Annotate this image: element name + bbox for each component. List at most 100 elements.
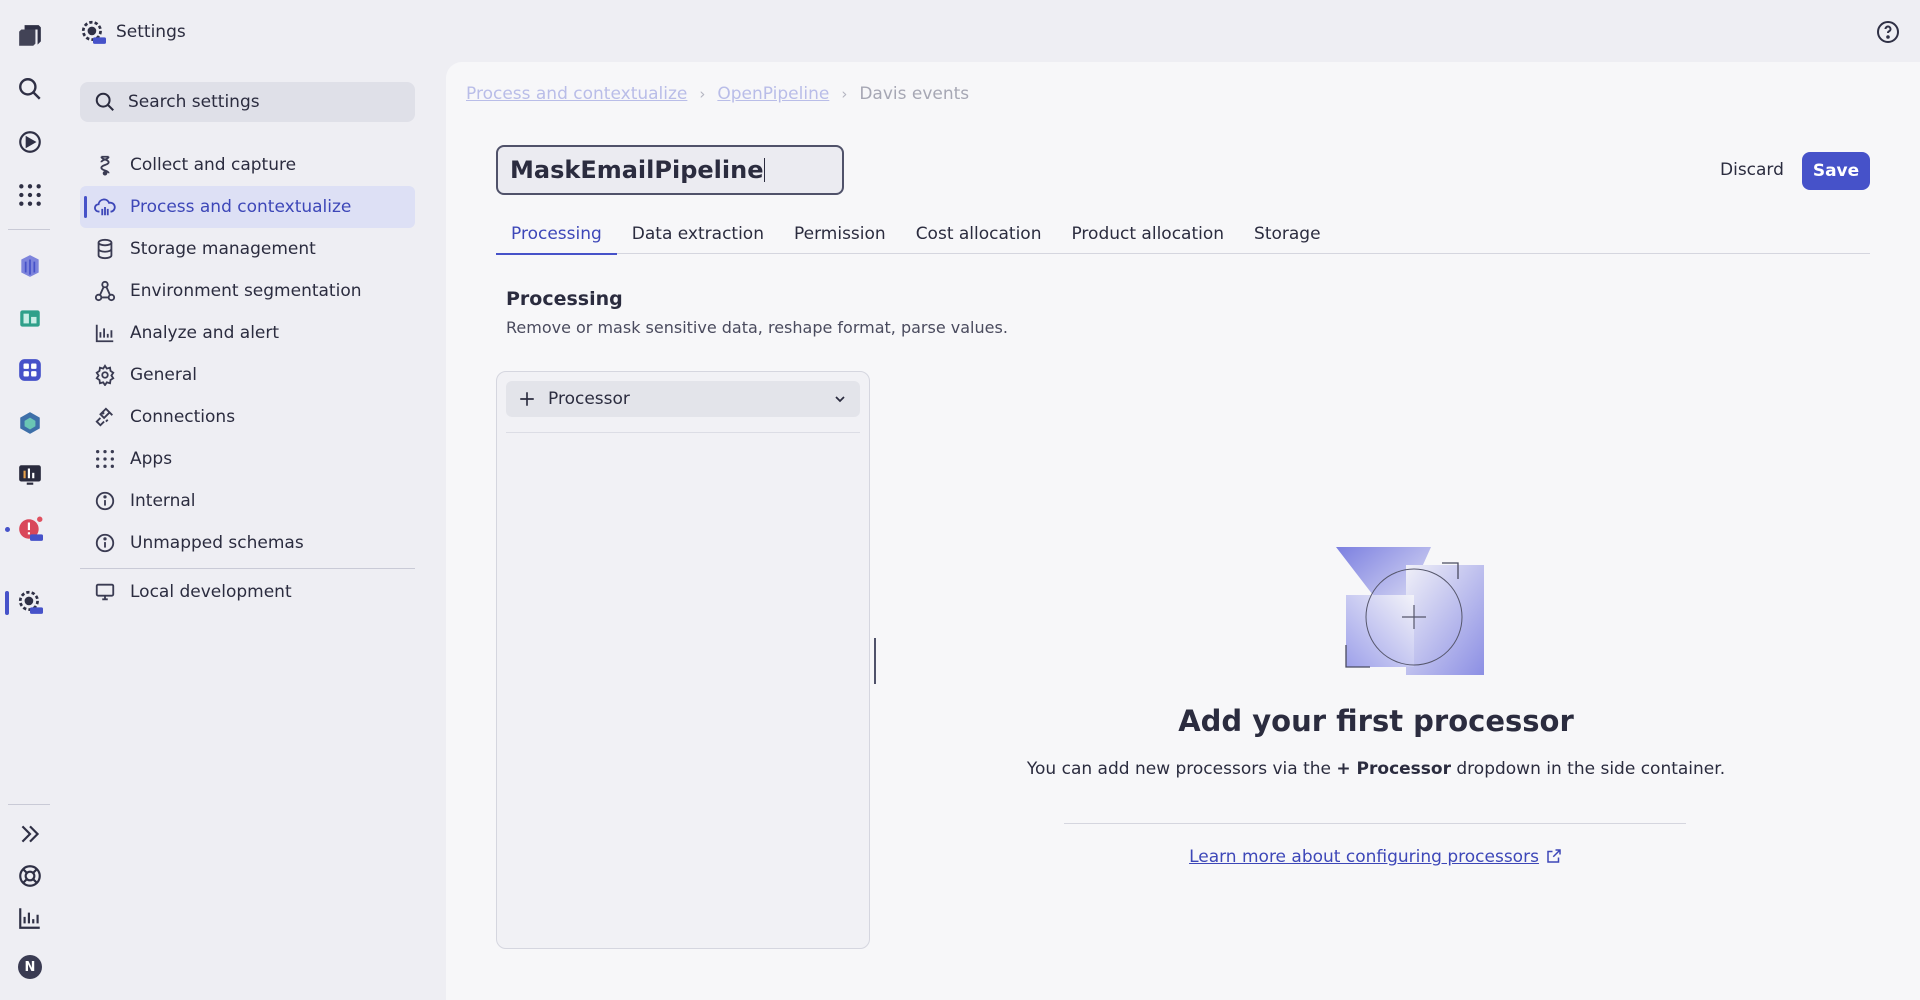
breadcrumb-link-openpipeline[interactable]: OpenPipeline [717,84,829,104]
kubernetes-app-icon[interactable] [12,248,48,284]
tab-processing[interactable]: Processing [496,214,617,255]
help-icon[interactable] [1876,20,1900,44]
nav-divider [80,568,415,569]
nav-item-internal[interactable]: Internal [80,480,415,522]
apps-grid-icon[interactable] [12,177,48,213]
learn-more-row: Learn more about configuring processors [1066,847,1686,867]
rail-divider [8,804,50,805]
external-link-icon[interactable] [1545,847,1563,865]
monitor-icon [95,583,115,601]
app-rail: N [0,0,60,1000]
info-icon [95,533,115,553]
nav-item-local-development[interactable]: Local development [80,571,415,613]
nav-item-label: Connections [130,407,236,427]
analytics-icon[interactable] [12,900,48,936]
breadcrumb-link-process[interactable]: Process and contextualize [466,84,687,104]
learn-more-link[interactable]: Learn more about configuring processors [1189,847,1539,867]
rail-active-indicator [5,591,9,615]
tab-permission[interactable]: Permission [779,214,901,254]
chevron-right-icon: › [841,85,848,103]
settings-app-icon[interactable] [12,584,48,620]
nav-item-label: Apps [130,449,173,469]
collect-icon [100,155,110,176]
plug-icon [95,407,113,427]
pipeline-name-value: MaskEmailPipeline [510,156,764,184]
main-panel: Process and contextualize › OpenPipeline… [446,62,1920,1000]
nav-item-apps[interactable]: Apps [80,438,415,480]
monitoring-app-icon[interactable] [12,457,48,493]
dashboards-app-icon[interactable] [12,352,48,388]
rail-divider [8,229,50,230]
save-button[interactable]: Save [1802,152,1870,190]
nav-item-connections[interactable]: Connections [80,396,415,438]
nav-item-process-and-contextualize[interactable]: Process and contextualize [80,186,415,228]
section-description: Remove or mask sensitive data, reshape f… [506,318,1008,337]
nav-item-label: Collect and capture [130,155,297,175]
empty-state-illustration [1286,485,1486,685]
gear-icon [95,364,115,386]
text-caret [764,158,766,182]
processor-list-divider [506,432,860,433]
dynatrace-logo-icon[interactable] [12,18,48,54]
search-placeholder: Search settings [128,92,260,112]
rail-notification-dot [5,527,10,532]
nav-item-analyze-and-alert[interactable]: Analyze and alert [80,312,415,354]
empty-desc-after: dropdown in the side container. [1450,759,1726,779]
pipeline-name-input[interactable]: MaskEmailPipeline [496,145,844,195]
user-avatar[interactable]: N [12,949,48,985]
chevron-right-icon: › [699,85,706,103]
segmentation-icon [94,280,116,302]
infrastructure-app-icon[interactable] [12,300,48,336]
app-header: Settings [80,18,186,46]
add-processor-dropdown[interactable]: Processor [506,381,860,417]
processor-dropdown-label: Processor [548,389,630,409]
nav-item-label: Environment segmentation [130,281,362,301]
app-title: Settings [116,22,186,42]
empty-state-title: Add your first processor [1178,704,1574,738]
processor-side-container: Processor [496,371,870,949]
search-icon [95,92,114,111]
panel-resize-handle[interactable] [874,638,876,684]
settings-nav: Collect and capture Process and contextu… [80,144,415,613]
tab-bar: Processing Data extraction Permission Co… [496,214,1870,255]
expand-icon[interactable] [12,816,48,852]
nav-item-label: General [130,365,197,385]
ai-app-icon[interactable] [12,405,48,441]
nav-item-collect-and-capture[interactable]: Collect and capture [80,144,415,186]
tab-storage[interactable]: Storage [1239,214,1336,254]
nav-item-label: Storage management [130,239,316,259]
database-icon [97,238,113,260]
settings-app-icon [81,20,106,44]
avatar-initial: N [18,955,42,979]
apps-grid-icon [96,450,114,468]
search-settings-input[interactable]: Search settings [80,82,415,122]
launcher-icon[interactable] [12,124,48,160]
discard-button[interactable]: Discard [1708,152,1796,188]
tab-data-extraction[interactable]: Data extraction [617,214,779,254]
tab-product-allocation[interactable]: Product allocation [1056,214,1239,254]
nav-item-general[interactable]: General [80,354,415,396]
nav-item-label: Unmapped schemas [130,533,304,553]
breadcrumb-current: Davis events [859,84,970,104]
nav-item-storage-management[interactable]: Storage management [80,228,415,270]
nav-item-label: Process and contextualize [130,197,352,217]
nav-item-label: Local development [130,582,292,602]
chart-icon [95,324,114,343]
plus-icon [520,392,534,406]
breadcrumb: Process and contextualize › OpenPipeline… [466,84,969,104]
empty-state-divider [1064,823,1686,824]
cloud-process-icon [94,198,116,216]
empty-desc-strong: + Processor [1336,759,1451,779]
info-icon [95,491,115,511]
nav-item-label: Internal [130,491,196,511]
empty-desc-before: You can add new processors via the [1026,759,1337,779]
empty-state-description: You can add new processors via the + Pro… [1006,759,1746,779]
search-icon[interactable] [12,71,48,107]
nav-item-environment-segmentation[interactable]: Environment segmentation [80,270,415,312]
nav-item-unmapped-schemas[interactable]: Unmapped schemas [80,522,415,564]
section-title: Processing [506,288,623,310]
problems-app-icon[interactable] [12,511,48,547]
add-processor-illustration-icon [1336,547,1484,675]
help-lifebuoy-icon[interactable] [12,858,48,894]
tab-cost-allocation[interactable]: Cost allocation [901,214,1057,254]
